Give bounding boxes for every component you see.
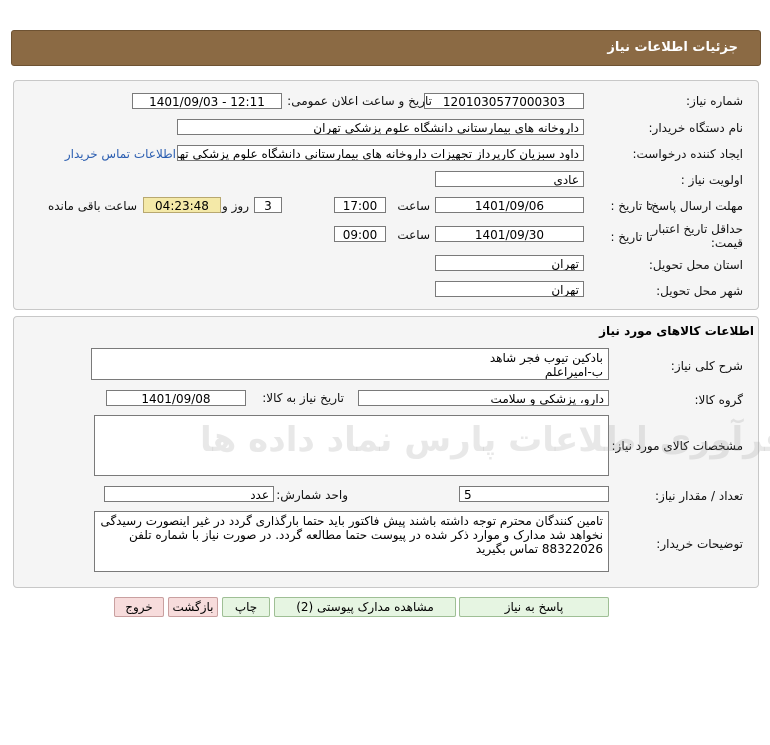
delivery-province-label: استان محل تحویل: [648,258,743,272]
delivery-province-field: تهران [435,255,584,271]
goods-group-label: گروه کالا: [694,393,744,407]
general-description-line2: ب-امیراعلم [544,365,603,379]
need-info-panel [13,80,759,310]
unit-field: عدد [104,486,274,502]
price-validity-label: حداقل تاریخ اعتبار قیمت: [652,222,743,250]
priority-field: عادی [435,171,584,187]
unit-label: واحد شمارش: [276,488,348,502]
days-label: روز و [222,199,249,213]
print-button[interactable]: چاپ [222,597,270,617]
buyer-org-label: نام دستگاه خریدار: [648,121,744,135]
quantity-field: 5 [459,486,609,502]
delivery-city-field: تهران [435,281,584,297]
buyer-contact-link[interactable]: اطلاعات تماس خریدار [65,147,176,161]
buyer-org-field: داروخانه های بیمارستانی دانشگاه علوم پزش… [177,119,584,135]
exit-button[interactable]: خروج [114,597,164,617]
validity-time-label: ساعت [397,228,430,242]
deadline-to-date-label: تا تاریخ : [610,199,653,213]
validity-time-field: 09:00 [334,226,386,242]
need-date-field: 1401/09/08 [106,390,246,406]
priority-label: اولویت نیاز : [680,173,743,187]
page-header: جزئیات اطلاعات نیاز [11,30,761,66]
general-description-label: شرح کلی نیاز: [670,359,743,373]
creator-field: داود سبزیان کارپرداز تجهیزات داروخانه ها… [177,145,584,161]
need-number-label: شماره نیاز: [686,94,743,108]
goods-group-field: دارو، پزشکی و سلامت [358,390,609,406]
quantity-label: تعداد / مقدار نیاز: [655,489,743,503]
announce-datetime-field: 1401/09/03 - 12:11 [132,93,282,109]
deadline-time-field: 17:00 [334,197,386,213]
need-number-field: 1201030577000303 [424,93,584,109]
view-attachments-button[interactable]: مشاهده مدارک پیوستی (2) [274,597,456,617]
validity-to-date-label: تا تاریخ : [610,230,653,244]
deadline-date-field: 1401/09/06 [435,197,584,213]
watermark-text: مرکز فرآوری اطلاعات پارس نماد داده ها [200,420,770,460]
buyer-notes-field: تامین کنندگان محترم توجه داشته باشند پیش… [94,511,609,572]
deadline-label: مهلت ارسال پاسخ: [647,199,743,213]
deadline-time-label: ساعت [397,199,430,213]
announce-datetime-label: تاریخ و ساعت اعلان عمومی: [287,94,432,108]
validity-date-field: 1401/09/30 [435,226,584,242]
goods-section-title: اطلاعات کالاهای مورد نیاز [599,324,754,338]
need-date-label: تاریخ نیاز به کالا: [262,391,344,405]
page-title: جزئیات اطلاعات نیاز [607,40,738,55]
days-remaining-field: 3 [254,197,282,213]
time-remaining-label: ساعت باقی مانده [47,199,137,213]
reply-to-need-button[interactable]: پاسخ به نیاز [459,597,609,617]
buyer-notes-label: توضیحات خریدار: [656,537,743,551]
general-description-field: بادکین تیوب فجر شاهد ب-امیراعلم [91,348,609,380]
back-button[interactable]: بازگشت [168,597,218,617]
delivery-city-label: شهر محل تحویل: [656,284,743,298]
time-remaining-field: 04:23:48 [143,197,221,213]
general-description-line1: بادکین تیوب فجر شاهد [489,351,603,365]
creator-label: ایجاد کننده درخواست: [632,147,743,161]
